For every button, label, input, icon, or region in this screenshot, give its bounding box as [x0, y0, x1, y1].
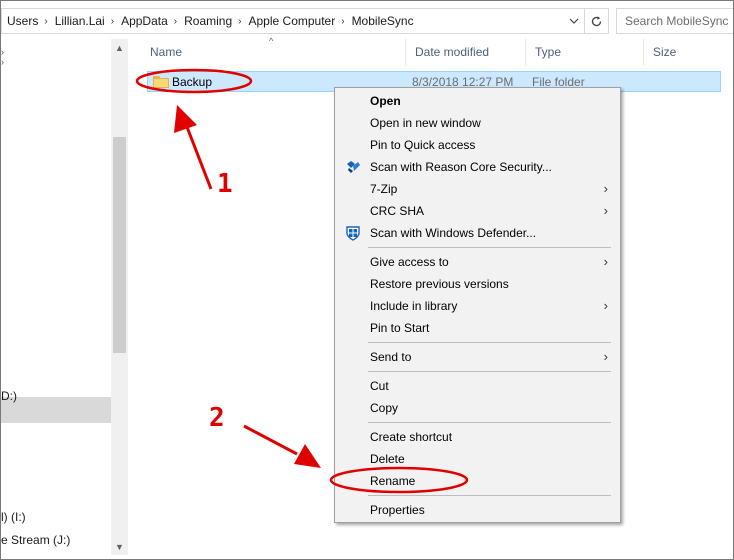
submenu-arrow-icon: › — [603, 254, 608, 269]
nav-item-drive-d[interactable]: D:) — [1, 389, 17, 403]
submenu-arrow-icon: › — [603, 203, 608, 218]
nav-item-drive-j[interactable]: e Stream (J:) — [1, 533, 70, 547]
breadcrumb-separator-icon[interactable]: › — [109, 16, 116, 27]
breadcrumb: Users › Lillian.Lai › AppData › Roaming … — [2, 9, 562, 33]
breadcrumb-separator-icon[interactable]: › — [42, 16, 49, 27]
refresh-icon[interactable] — [584, 9, 608, 33]
nav-item-selected[interactable] — [1, 397, 111, 423]
column-size[interactable]: Size — [644, 39, 733, 65]
menu-item-pin-quick-access[interactable]: Pin to Quick access — [337, 134, 618, 156]
menu-item-crc-sha[interactable]: CRC SHA › — [337, 200, 618, 222]
column-header: ^ Name Date modified Type Size — [141, 36, 733, 65]
folder-icon — [153, 76, 169, 88]
chevron-down-icon[interactable] — [562, 9, 584, 33]
column-name[interactable]: Name — [141, 39, 406, 65]
arrow-2-head — [294, 444, 321, 468]
menu-separator — [368, 422, 611, 423]
menu-separator — [368, 247, 611, 248]
breadcrumb-separator-icon[interactable]: › — [339, 16, 346, 27]
file-name: Backup — [172, 75, 213, 89]
menu-item-delete[interactable]: Delete — [337, 448, 618, 470]
menu-item-give-access[interactable]: Give access to › — [337, 251, 618, 273]
column-date-modified[interactable]: Date modified — [406, 39, 526, 65]
menu-item-pin-start[interactable]: Pin to Start — [337, 317, 618, 339]
menu-item-cut[interactable]: Cut — [337, 375, 618, 397]
arrow-2-shaft — [243, 424, 298, 456]
breadcrumb-roaming[interactable]: Roaming — [179, 14, 236, 28]
menu-item-rename[interactable]: Rename — [337, 470, 618, 492]
menu-item-send-to[interactable]: Send to › — [337, 346, 618, 368]
scroll-up-icon[interactable]: ▲ — [111, 39, 128, 56]
submenu-arrow-icon: › — [603, 298, 608, 313]
context-menu: Open Open in new window Pin to Quick acc… — [334, 87, 621, 523]
submenu-arrow-icon: › — [603, 349, 608, 364]
navigation-pane: › › D:) l) (I:) e Stream (J:) ▲ ▼ — [1, 39, 129, 559]
arrow-1-head — [174, 105, 197, 133]
arrow-1-shaft — [185, 126, 213, 190]
nav-expand-icon[interactable]: › — [1, 47, 4, 57]
menu-item-create-shortcut[interactable]: Create shortcut — [337, 426, 618, 448]
breadcrumb-appdata[interactable]: AppData — [116, 14, 172, 28]
menu-item-copy[interactable]: Copy — [337, 397, 618, 419]
menu-item-open[interactable]: Open — [337, 90, 618, 112]
address-bar[interactable]: Users › Lillian.Lai › AppData › Roaming … — [1, 8, 609, 34]
breadcrumb-apple-computer[interactable]: Apple Computer — [244, 14, 340, 28]
menu-item-properties[interactable]: Properties — [337, 499, 618, 521]
menu-item-restore-versions[interactable]: Restore previous versions — [337, 273, 618, 295]
nav-scrollbar[interactable]: ▲ ▼ — [111, 39, 128, 555]
scrollbar-thumb[interactable] — [113, 137, 126, 353]
explorer-window: Users › Lillian.Lai › AppData › Roaming … — [0, 0, 734, 560]
menu-item-scan-defender[interactable]: Scan with Windows Defender... — [337, 222, 618, 244]
breadcrumb-mobilesync[interactable]: MobileSync — [347, 14, 418, 28]
breadcrumb-user[interactable]: Lillian.Lai — [50, 14, 109, 28]
nav-item-drive-i[interactable]: l) (I:) — [1, 510, 26, 524]
menu-separator — [368, 495, 611, 496]
reason-core-shield-icon — [345, 159, 361, 175]
menu-item-7zip[interactable]: 7-Zip › — [337, 178, 618, 200]
search-input[interactable]: Search MobileSync — [616, 8, 733, 34]
menu-item-include-library[interactable]: Include in library › — [337, 295, 618, 317]
scroll-down-icon[interactable]: ▼ — [111, 538, 128, 555]
column-type[interactable]: Type — [526, 39, 644, 65]
submenu-arrow-icon: › — [603, 181, 608, 196]
step-1-label: 1 — [217, 169, 233, 199]
menu-separator — [368, 342, 611, 343]
breadcrumb-users[interactable]: Users — [2, 14, 42, 28]
menu-separator — [368, 371, 611, 372]
step-2-label: 2 — [209, 403, 225, 433]
breadcrumb-separator-icon[interactable]: › — [236, 16, 243, 27]
breadcrumb-separator-icon[interactable]: › — [172, 16, 179, 27]
windows-defender-icon — [345, 225, 361, 241]
menu-item-scan-reason-core[interactable]: Scan with Reason Core Security... — [337, 156, 618, 178]
menu-item-open-new-window[interactable]: Open in new window — [337, 112, 618, 134]
nav-expand-icon[interactable]: › — [1, 57, 4, 67]
